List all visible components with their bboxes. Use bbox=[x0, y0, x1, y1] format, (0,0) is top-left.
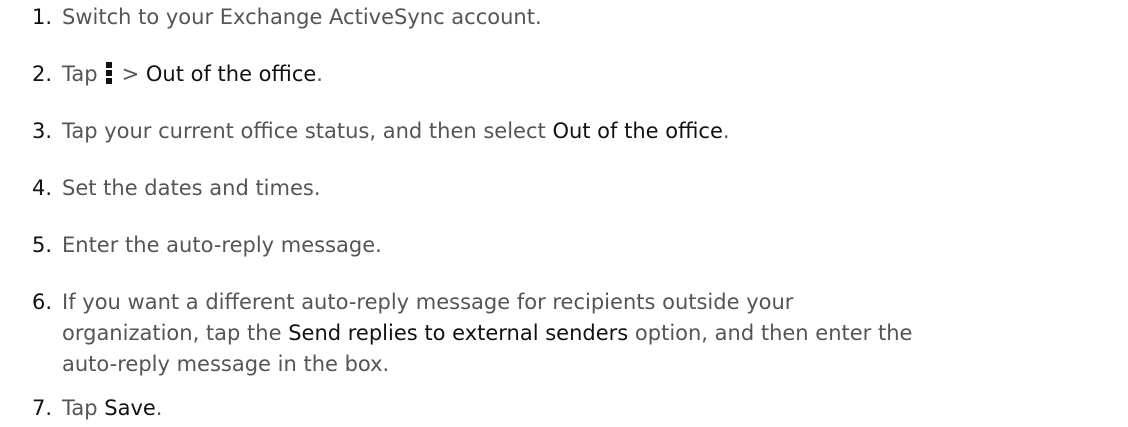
step-number: 2. bbox=[32, 62, 53, 86]
step-text-line: If you want a different auto-reply messa… bbox=[62, 290, 794, 314]
step-number: 6. bbox=[32, 290, 53, 314]
step-text: Tap > Out of the office. bbox=[62, 59, 1022, 90]
step-text-pre: Tap bbox=[62, 396, 98, 420]
step-action-out-of-office: Out of the office bbox=[145, 62, 317, 86]
step-action-send-replies-external: Send replies to external senders bbox=[288, 321, 629, 345]
step-action-out-of-office: Out of the office bbox=[552, 119, 723, 143]
step-number: 3. bbox=[32, 119, 53, 143]
step-text: If you want a different auto-reply messa… bbox=[62, 287, 1022, 380]
step-action-save: Save bbox=[104, 396, 156, 420]
instruction-steps: 1. Switch to your Exchange ActiveSync ac… bbox=[0, 0, 1128, 427]
step-text: Set the dates and times. bbox=[62, 176, 321, 200]
step-separator: > bbox=[121, 62, 140, 86]
step-text-post: . bbox=[722, 119, 730, 143]
step-text-line: auto-reply message in the box. bbox=[62, 352, 390, 376]
step-text: Tap your current office status, and then… bbox=[62, 116, 1022, 147]
step-number: 5. bbox=[32, 233, 53, 257]
more-vertical-icon bbox=[102, 62, 116, 84]
step-text: Switch to your Exchange ActiveSync accou… bbox=[62, 5, 542, 29]
step-number: 7. bbox=[32, 396, 53, 420]
step-text-pre: organization, tap the bbox=[62, 321, 282, 345]
step-number: 4. bbox=[32, 176, 53, 200]
step-text: Tap Save. bbox=[62, 393, 1022, 424]
step-text-post: . bbox=[155, 396, 163, 420]
step-text-pre: Tap your current office status, and then… bbox=[62, 119, 546, 143]
step-text-post: option, and then enter the bbox=[634, 321, 913, 345]
step-text-pre: Tap bbox=[62, 62, 98, 86]
step-text-post: . bbox=[316, 62, 323, 86]
step-number: 1. bbox=[32, 5, 53, 29]
step-text-line: organization, tap the Send replies to ex… bbox=[62, 318, 1022, 349]
step-text: Enter the auto-reply message. bbox=[62, 233, 382, 257]
